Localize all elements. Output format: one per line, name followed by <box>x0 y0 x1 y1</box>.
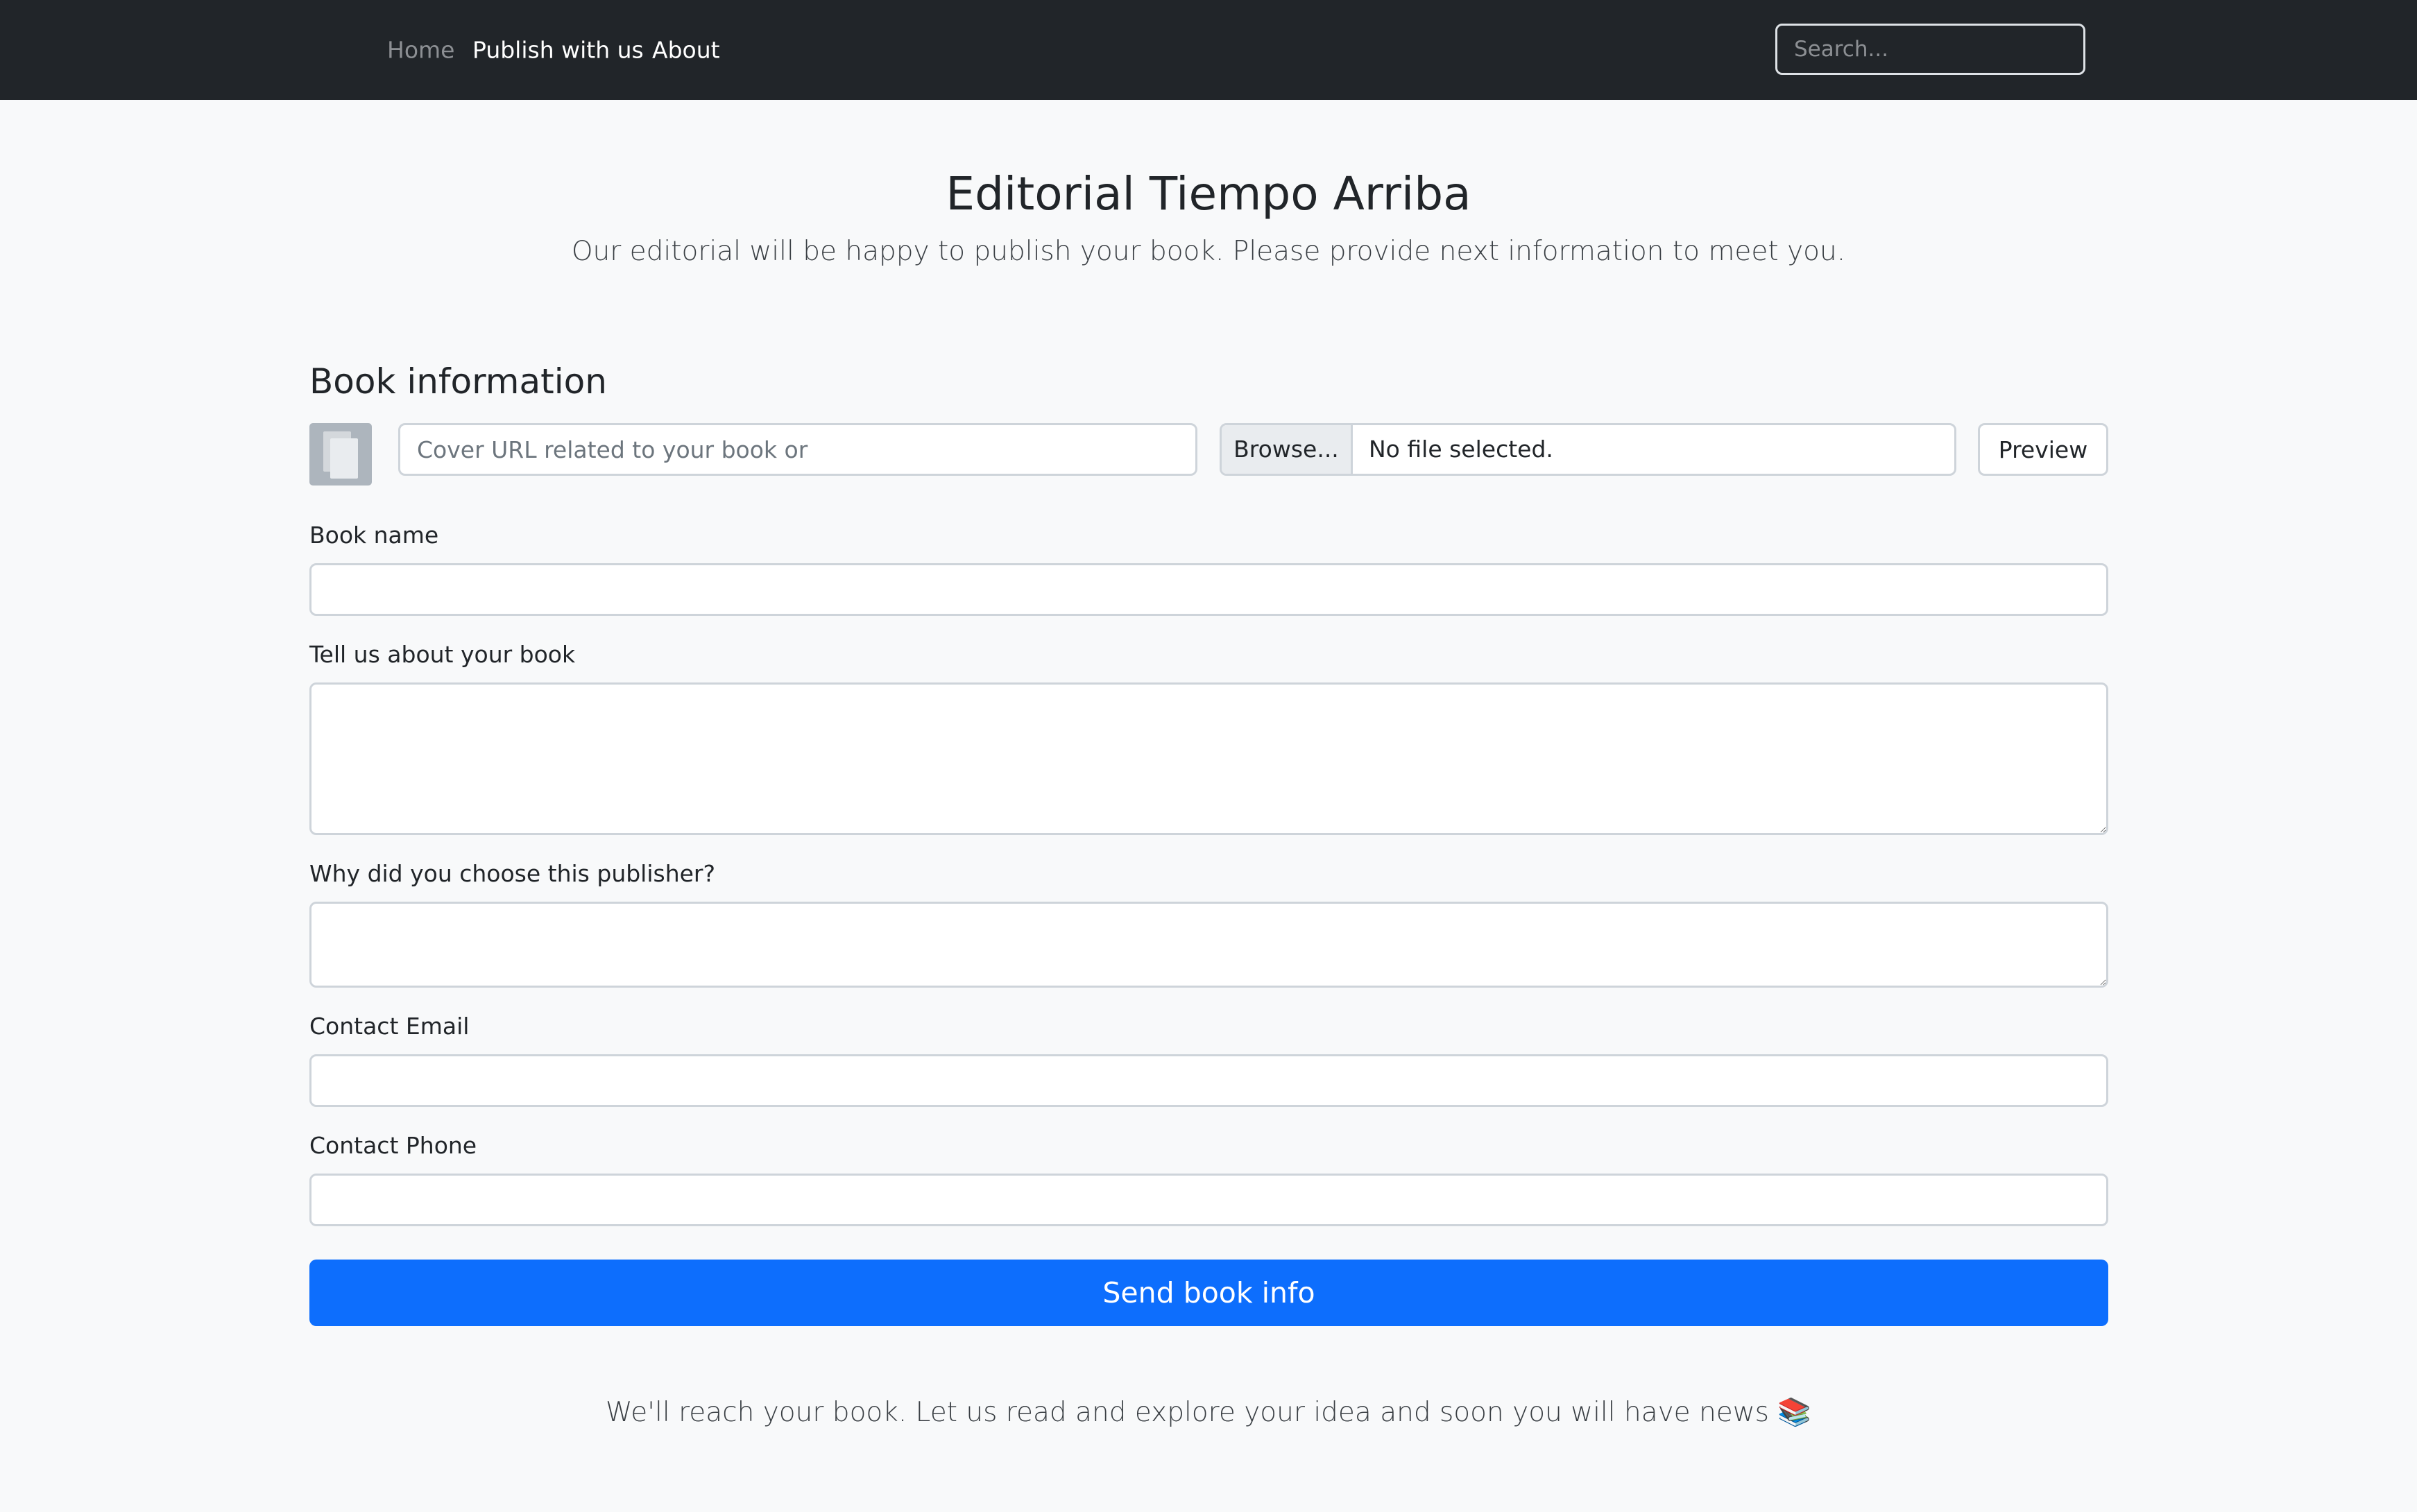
page-subtitle: Our editorial will be happy to publish y… <box>571 236 1846 267</box>
nav-link-about[interactable]: About <box>652 37 720 64</box>
about-book-textarea[interactable] <box>309 682 2108 835</box>
contact-email-label: Contact Email <box>309 1013 470 1040</box>
contact-phone-input[interactable] <box>309 1174 2108 1226</box>
top-navbar: Home Publish with us About <box>0 0 2417 100</box>
why-publisher-label: Why did you choose this publisher? <box>309 860 716 887</box>
footer-note: We'll reach your book. Let us read and e… <box>606 1397 1811 1428</box>
contact-email-input[interactable] <box>309 1054 2108 1107</box>
page-title: Editorial Tiempo Arriba <box>946 167 1471 221</box>
image-placeholder-icon <box>309 423 372 486</box>
send-book-info-button[interactable]: Send book info <box>309 1260 2108 1326</box>
book-name-label: Book name <box>309 522 439 549</box>
contact-phone-label: Contact Phone <box>309 1132 477 1159</box>
section-title-book-information: Book information <box>309 361 607 402</box>
cover-file-input[interactable]: Browse... No file selected. <box>1220 423 1956 476</box>
why-publisher-textarea[interactable] <box>309 902 2108 988</box>
file-status-text: No file selected. <box>1369 436 1553 463</box>
preview-button[interactable]: Preview <box>1978 423 2108 476</box>
cover-thumb-page-front <box>330 438 358 479</box>
nav-link-publish[interactable]: Publish with us <box>472 37 644 64</box>
book-name-input[interactable] <box>309 563 2108 616</box>
browse-button[interactable]: Browse... <box>1222 425 1353 474</box>
nav-link-home[interactable]: Home <box>387 37 454 64</box>
search-input[interactable] <box>1775 24 2085 75</box>
cover-url-input[interactable] <box>398 423 1197 476</box>
about-book-label: Tell us about your book <box>309 641 576 668</box>
